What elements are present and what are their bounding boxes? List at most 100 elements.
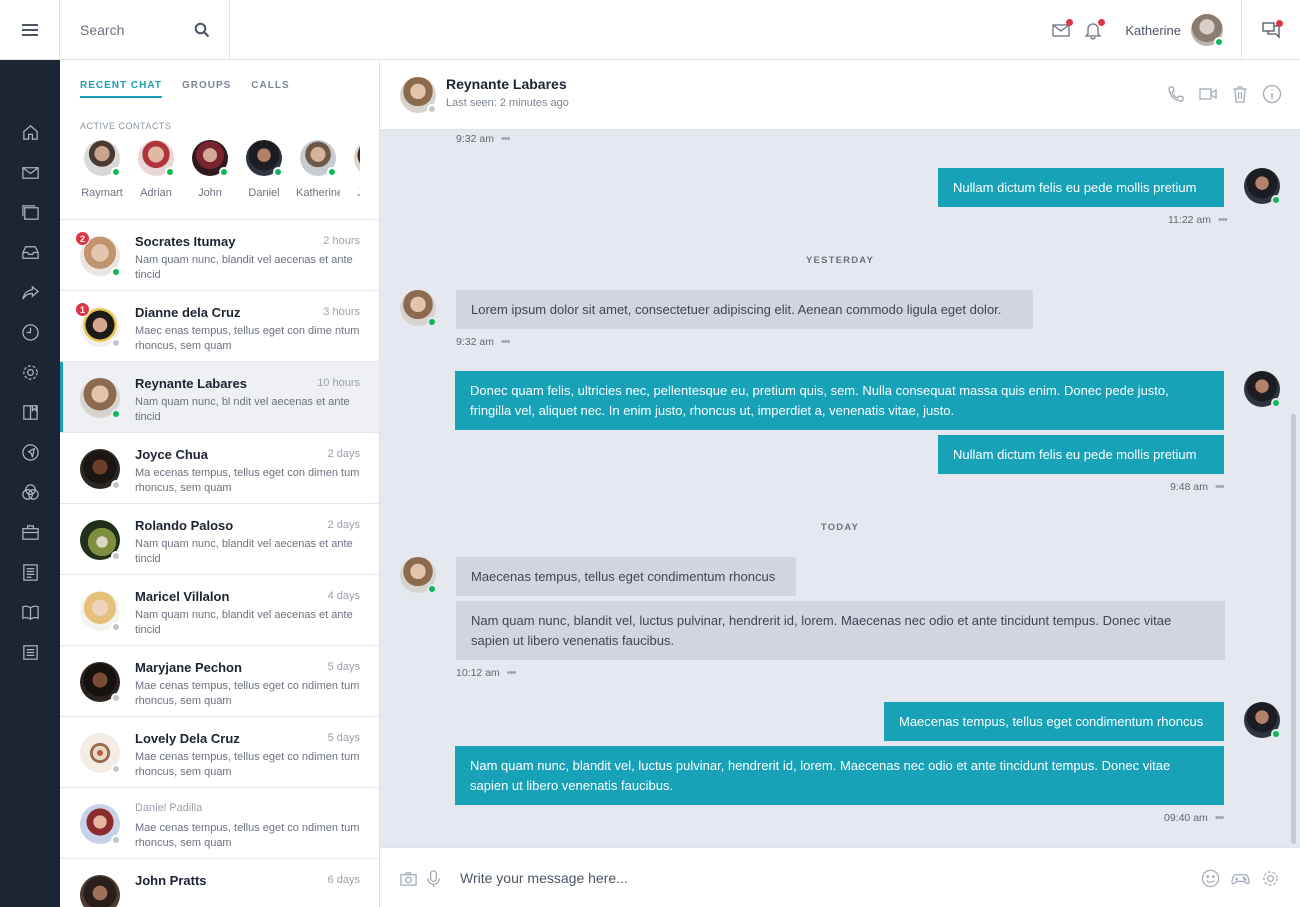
active-contact[interactable]: Raymart (80, 140, 124, 199)
rail-files[interactable] (0, 192, 60, 232)
rail-share[interactable] (0, 272, 60, 312)
rail-navigation[interactable] (0, 432, 60, 472)
offline-status (111, 693, 121, 703)
user-avatar[interactable] (1191, 14, 1224, 47)
rail-book[interactable] (0, 392, 60, 432)
chat-last-seen: Last seen: 2 minutes ago (446, 97, 569, 109)
timestamp-text: 9:48 am (1170, 481, 1208, 493)
active-contact[interactable]: Junris (350, 140, 360, 199)
hamburger-menu-button[interactable] (0, 0, 60, 60)
conversation-item[interactable]: Rolando Paloso 2 days Nam quam nunc, bla… (60, 504, 379, 575)
active-contact[interactable]: Katherine (296, 140, 340, 199)
video-call-button[interactable] (1198, 82, 1218, 106)
conversation-list: 2 Socrates Itumay 2 hours Nam quam nunc,… (60, 219, 379, 907)
conversation-avatar (80, 520, 121, 561)
messages-button[interactable] (1045, 14, 1077, 46)
microphone-button[interactable] (423, 868, 443, 888)
home-icon (22, 124, 38, 140)
video-camera-icon (1199, 88, 1217, 100)
phone-icon (1168, 86, 1184, 102)
rail-home[interactable] (0, 112, 60, 152)
message-options-icon[interactable]: ••• (501, 133, 511, 145)
conversation-item-selected[interactable]: Reynante Labares 10 hours Nam quam nunc,… (60, 362, 379, 433)
conversation-time: 10 hours (317, 377, 360, 389)
date-divider-today: TODAY (820, 522, 860, 533)
self-avatar (1244, 371, 1281, 408)
rail-clock[interactable] (0, 312, 60, 352)
tab-recent-chat[interactable]: RECENT CHAT (80, 80, 162, 98)
offline-status (111, 338, 121, 348)
online-status (1271, 729, 1281, 739)
delete-chat-button[interactable] (1230, 82, 1250, 106)
message-options-icon[interactable]: ••• (501, 336, 511, 348)
smiley-icon (1201, 869, 1219, 887)
message-scrollbar[interactable] (1291, 414, 1296, 844)
chat-toggle-button[interactable] (1242, 0, 1300, 60)
timestamp-text: 10:12 am (456, 667, 500, 679)
offline-status (111, 551, 121, 561)
games-button[interactable] (1230, 868, 1250, 888)
rail-settings[interactable] (0, 352, 60, 392)
conversation-name: John Pratts (135, 873, 207, 888)
tab-groups[interactable]: GROUPS (182, 80, 231, 98)
rail-document[interactable] (0, 552, 60, 592)
list-icon (22, 644, 38, 660)
info-icon (1262, 84, 1282, 104)
conversation-item[interactable]: 2 Socrates Itumay 2 hours Nam quam nunc,… (60, 220, 379, 291)
rail-open-book[interactable] (0, 592, 60, 632)
conversation-item[interactable]: John Pratts 6 days (60, 859, 379, 907)
message-input[interactable] (460, 868, 1160, 888)
rail-list[interactable] (0, 632, 60, 672)
contact-avatar (300, 140, 337, 177)
briefcase-icon (21, 524, 39, 540)
unread-badge: 2 (75, 231, 90, 246)
rail-circles[interactable] (0, 472, 60, 512)
conversation-name: Maricel Villalon (135, 589, 230, 604)
online-status (219, 167, 229, 177)
active-contact[interactable]: John (188, 140, 232, 199)
search-box (60, 0, 230, 60)
chat-contact-avatar[interactable] (400, 77, 437, 114)
emoji-button[interactable] (1200, 868, 1220, 888)
rail-briefcase[interactable] (0, 512, 60, 552)
conversation-item[interactable]: 1 Dianne dela Cruz 3 hours Maec enas tem… (60, 291, 379, 362)
camera-button[interactable] (398, 868, 418, 888)
rail-mail[interactable] (0, 152, 60, 192)
online-status (427, 584, 437, 594)
conversation-avatar (80, 449, 121, 490)
chat-info-button[interactable] (1262, 82, 1282, 106)
active-contact[interactable]: Daniel (242, 140, 286, 199)
conversation-item[interactable]: Joyce Chua 2 days Ma ecenas tempus, tell… (60, 433, 379, 504)
message-options-icon[interactable]: ••• (1215, 481, 1225, 493)
conversation-item[interactable]: Maryjane Pechon 5 days Mae cenas tempus,… (60, 646, 379, 717)
contact-avatar (400, 290, 437, 327)
message-options-icon[interactable]: ••• (1218, 214, 1228, 226)
voice-call-button[interactable] (1166, 82, 1186, 106)
tab-calls[interactable]: CALLS (251, 80, 289, 98)
received-message: Maecenas tempus, tellus eget condimentum… (456, 557, 796, 596)
message-options-icon[interactable]: ••• (507, 667, 517, 679)
search-icon[interactable] (194, 22, 210, 38)
contact-name: Daniel (248, 187, 280, 199)
message-options-icon[interactable]: ••• (1215, 812, 1225, 824)
contact-avatar (84, 140, 121, 177)
rail-inbox[interactable] (0, 232, 60, 272)
camera-icon (399, 871, 417, 886)
conversation-item[interactable]: Maricel Villalon 4 days Nam quam nunc, b… (60, 575, 379, 646)
date-divider-yesterday: YESTERDAY (806, 255, 874, 266)
sent-message: Nam quam nunc, blandit vel, luctus pulvi… (455, 746, 1224, 805)
active-contact[interactable]: Adrian (134, 140, 178, 199)
message-thread[interactable]: 9:32 am ••• Nullam dictum felis eu pede … (380, 130, 1300, 847)
contact-avatar (138, 140, 175, 177)
search-input[interactable] (80, 20, 190, 40)
notifications-button[interactable] (1077, 14, 1109, 46)
conversation-item[interactable]: Daniel Padilla Mae cenas tempus, tellus … (60, 788, 379, 859)
conversation-name: Dianne dela Cruz (135, 305, 241, 320)
unread-badge: 1 (75, 302, 90, 317)
user-name[interactable]: Katherine (1125, 23, 1181, 38)
conversation-preview: Nam quam nunc, blandit vel aecenas et an… (135, 609, 353, 636)
mail-icon (21, 166, 39, 179)
conversation-avatar (80, 662, 121, 703)
composer-settings-button[interactable] (1260, 868, 1280, 888)
conversation-item[interactable]: Lovely Dela Cruz 5 days Mae cenas tempus… (60, 717, 379, 788)
